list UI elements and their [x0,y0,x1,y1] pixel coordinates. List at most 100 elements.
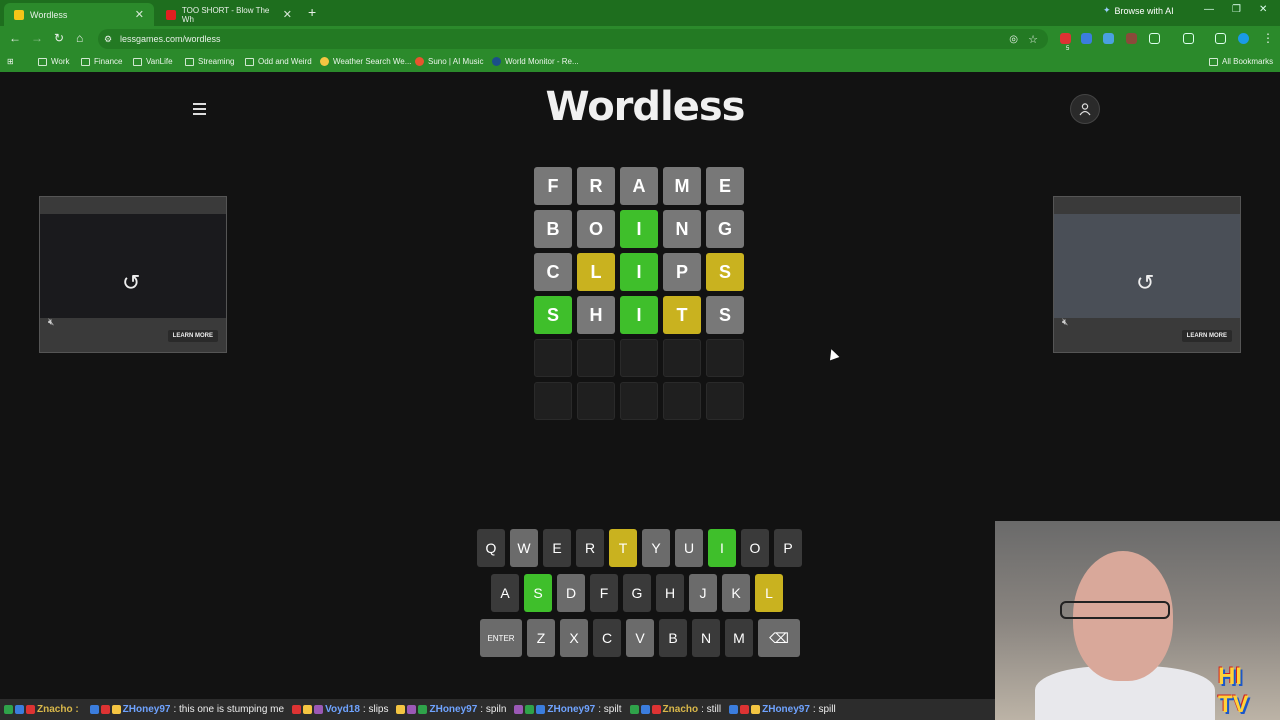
chat-emote-icon [407,704,417,714]
user-account-button[interactable] [1070,94,1100,124]
key-s[interactable]: S [524,574,552,612]
bookmark-weather[interactable]: Weather Search We... [320,57,411,66]
tile-r2-c2: O [577,210,615,248]
media-controls-icon[interactable] [1215,33,1226,44]
key-e[interactable]: E [543,529,571,567]
tab-search-icon[interactable] [1183,33,1194,44]
key-l[interactable]: L [755,574,783,612]
chat-ticker: Znacho : ZHoney97: this one is stumping m… [0,699,995,720]
tab-too-short[interactable]: TOO SHORT - Blow The Wh ✕ [156,3,302,26]
extension-red-icon[interactable]: 5 [1060,33,1071,52]
extensions-puzzle-icon[interactable] [1149,33,1160,44]
bookmark-suno[interactable]: Suno | AI Music [415,57,483,66]
tile-r1-c2: R [577,167,615,205]
key-j[interactable]: J [689,574,717,612]
mute-icon[interactable]: 🔇︎ [48,317,54,328]
key-c[interactable]: C [593,619,621,657]
apps-grid-icon[interactable]: ⊞ [7,57,14,66]
reload-icon[interactable]: ↻ [54,31,64,45]
bookmark-label: Streaming [198,57,235,66]
key-v[interactable]: V [626,619,654,657]
glasses [1060,601,1170,619]
browse-with-ai-button[interactable]: ✦ Browse with AI [1103,5,1174,16]
replay-icon[interactable]: ↺ [122,270,140,296]
address-bar[interactable]: ⚙ lessgames.com/wordless ◎ ☆ [98,29,1048,49]
ad-video[interactable]: ↺ 🔇︎ [1054,214,1240,328]
chat-emote-icon [629,704,639,714]
chat-emote-icon [651,704,661,714]
key-a[interactable]: A [491,574,519,612]
eye-off-icon[interactable]: ◎ [1009,34,1018,45]
tile-r3-c3: I [620,253,658,291]
key-f[interactable]: F [590,574,618,612]
url-text: lessgames.com/wordless [120,34,221,44]
key-z[interactable]: Z [527,619,555,657]
bookmark-finance[interactable]: Finance [81,57,122,66]
home-icon[interactable]: ⌂ [76,31,83,45]
bookmark-world-monitor[interactable]: World Monitor - Re... [492,57,579,66]
key-b[interactable]: B [659,619,687,657]
key-h[interactable]: H [656,574,684,612]
ad-right[interactable]: ↺ 🔇︎ LEARN MORE [1053,196,1241,353]
chat-emote-icon [751,704,761,714]
tile-r2-c5: G [706,210,744,248]
star-icon[interactable]: ☆ [1028,33,1038,46]
key-q[interactable]: Q [477,529,505,567]
back-arrow-icon[interactable]: ← [9,31,21,45]
maximize-icon[interactable]: ❐ [1232,4,1241,15]
key-g[interactable]: G [623,574,651,612]
key-d[interactable]: D [557,574,585,612]
key-r[interactable]: R [576,529,604,567]
ad-left[interactable]: ↺ 🔇︎ LEARN MORE [39,196,227,353]
all-bookmarks[interactable]: All Bookmarks [1209,57,1273,66]
user-icon [1079,103,1091,116]
chat-message: ZHoney97: this one is stumping me [89,704,285,715]
window-close-icon[interactable]: ✕ [1259,4,1267,15]
key-u[interactable]: U [675,529,703,567]
translate-icon[interactable] [1081,33,1092,44]
key-m[interactable]: M [725,619,753,657]
backspace-key-icon[interactable]: ⌫ [758,619,800,657]
chat-message: ZHoney97: spiln [396,704,506,715]
mouse-cursor-icon [826,347,840,361]
hamburger-menu-icon[interactable] [193,103,206,115]
mute-icon[interactable]: 🔇︎ [1062,317,1068,328]
key-p[interactable]: P [774,529,802,567]
extension-tool-icon[interactable] [1126,33,1137,44]
new-tab-plus-icon[interactable]: + [308,4,316,20]
profile-avatar-icon[interactable] [1238,33,1249,44]
bookmark-work[interactable]: Work [38,57,70,66]
bookmark-streaming[interactable]: Streaming [185,57,234,66]
key-enter[interactable]: ENTER [480,619,522,657]
replay-icon[interactable]: ↺ [1136,270,1154,296]
tab-wordless[interactable]: Wordless ✕ [4,3,154,26]
key-t[interactable]: T [609,529,637,567]
forward-arrow-icon[interactable]: → [31,31,43,45]
close-icon[interactable]: ✕ [283,8,292,21]
tile-r6-c4 [663,382,701,420]
ad-video[interactable]: ↺ 🔇︎ [40,214,226,328]
key-o[interactable]: O [741,529,769,567]
chat-text: : this one is stumping me [173,704,285,715]
key-w[interactable]: W [510,529,538,567]
chat-emote-icon [314,704,324,714]
site-info-icon[interactable]: ⚙ [104,34,112,45]
kebab-menu-icon[interactable]: ⋮ [1262,31,1274,45]
tile-r4-c3: I [620,296,658,334]
tile-r5-c2 [577,339,615,377]
key-n[interactable]: N [692,619,720,657]
learn-more-button[interactable]: LEARN MORE [1181,330,1232,342]
close-icon[interactable]: ✕ [135,8,144,21]
tile-r6-c1 [534,382,572,420]
learn-more-button[interactable]: LEARN MORE [167,330,218,342]
bookmark-vanlife[interactable]: VanLife [133,57,173,66]
extension-blue-icon[interactable] [1103,33,1114,44]
chat-username: Voyd18 [325,704,360,715]
key-i[interactable]: I [708,529,736,567]
key-x[interactable]: X [560,619,588,657]
bookmark-odd-and-weird[interactable]: Odd and Weird [245,57,312,66]
tile-r5-c3 [620,339,658,377]
key-k[interactable]: K [722,574,750,612]
minimize-icon[interactable]: — [1204,4,1214,15]
key-y[interactable]: Y [642,529,670,567]
